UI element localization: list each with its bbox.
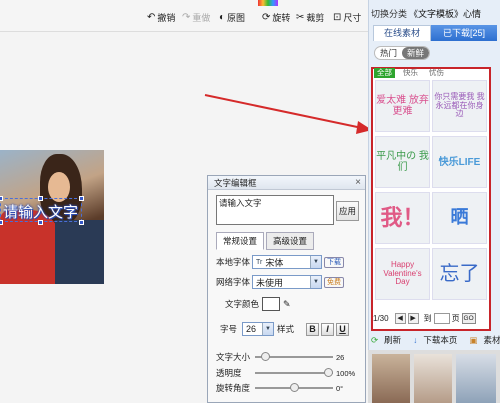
color-picker[interactable] <box>262 297 281 311</box>
free-font-button[interactable]: 免费 <box>324 276 344 288</box>
eyedropper-icon[interactable]: ✎ <box>283 299 291 310</box>
chevron-down-icon: ▼ <box>310 256 321 268</box>
tab-downloaded[interactable]: 已下载[25] <box>431 25 497 41</box>
web-font-select[interactable]: 未使用 ▼ <box>252 275 322 289</box>
underline-button[interactable]: U <box>336 322 350 336</box>
angle-slider-row: 旋转角度 0° <box>216 383 344 393</box>
thumbnail[interactable] <box>372 354 410 403</box>
chevron-down-icon: ▼ <box>310 276 321 288</box>
material-item[interactable]: 我！ <box>375 192 430 244</box>
dialog-titlebar[interactable]: 文字编辑框 × <box>208 176 365 190</box>
bold-button[interactable]: B <box>306 322 320 336</box>
category-tabs: 全部 快乐 忧伤 <box>374 68 452 78</box>
template-select[interactable]: 《文字模板》心情 <box>409 7 481 20</box>
dialog-title: 文字编辑框 <box>214 178 257 188</box>
category-happy[interactable]: 快乐 <box>400 68 421 78</box>
material-item[interactable]: 爱太难 放弃更难 <box>375 80 430 132</box>
text-size-slider-row: 文字大小 26 <box>216 352 345 362</box>
font-icon: Tr <box>256 258 263 266</box>
slider-knob[interactable] <box>260 352 270 361</box>
refresh-button[interactable]: ⟳ 刷新 <box>371 334 407 346</box>
page-input[interactable] <box>433 312 450 324</box>
material-item[interactable]: 晒 <box>432 192 487 244</box>
go-button[interactable]: GO <box>461 312 476 324</box>
close-icon[interactable]: × <box>355 176 361 190</box>
refresh-icon: ⟳ <box>371 335 379 345</box>
text-size-slider[interactable] <box>255 352 333 361</box>
thumbnail[interactable] <box>414 354 452 403</box>
text-edit-dialog: 文字编辑框 × 请输入文字 应用 常规设置 高级设置 本地字体 Tr 宋体 ▼ … <box>207 175 366 403</box>
panel-actions: ⟳刷新 ↓下载本页 ▣素材包 <box>368 333 500 347</box>
package-icon: ▣ <box>469 335 478 345</box>
local-font-row: 本地字体 Tr 宋体 ▼ 下载 <box>216 255 344 269</box>
tab-normal[interactable]: 常规设置 <box>216 232 265 250</box>
category-all[interactable]: 全部 <box>374 68 395 78</box>
local-font-select[interactable]: Tr 宋体 ▼ <box>252 255 322 269</box>
tab-advanced[interactable]: 高级设置 <box>266 232 315 250</box>
download-icon: ↓ <box>413 335 418 345</box>
sort-toggle: 热门 新鲜 <box>374 46 431 60</box>
next-page-button[interactable]: ▶ <box>407 312 419 324</box>
category-sad[interactable]: 忧伤 <box>426 68 447 78</box>
font-size-select[interactable]: 26 ▼ <box>242 322 274 336</box>
web-font-row: 网络字体 未使用 ▼ 免费 <box>216 275 344 289</box>
sort-hot[interactable]: 热门 <box>375 47 402 59</box>
thumbnail[interactable] <box>456 354 496 403</box>
material-pack-button[interactable]: ▣素材包 <box>469 334 500 346</box>
material-item[interactable]: 你只需要我 我永远都在你身边 <box>432 80 487 132</box>
angle-slider[interactable] <box>255 383 333 392</box>
download-page-button[interactable]: ↓ 下载本页 <box>413 334 463 346</box>
thumbnail-strip <box>368 350 500 403</box>
chevron-down-icon: ▼ <box>262 323 273 335</box>
sort-new[interactable]: 新鲜 <box>402 47 430 59</box>
download-font-button[interactable]: 下载 <box>324 256 344 268</box>
panel-tabs: 在线素材 已下载[25] <box>373 25 497 41</box>
material-item[interactable]: Happy Valentine's Day <box>375 248 430 300</box>
color-row: 文字颜色 ✎ <box>225 297 291 311</box>
settings-tabs: 常规设置 高级设置 <box>216 232 316 250</box>
opacity-slider[interactable] <box>255 368 333 377</box>
material-item[interactable]: 忘了 <box>432 248 487 300</box>
apply-button[interactable]: 应用 <box>336 201 359 221</box>
prev-page-button[interactable]: ◀ <box>394 312 406 324</box>
material-item[interactable]: 快乐LIFE <box>432 136 487 188</box>
text-input[interactable]: 请输入文字 <box>216 195 334 225</box>
pagination: 1/30 ◀ ▶ 到 页 GO <box>373 312 476 324</box>
slider-knob[interactable] <box>289 383 299 392</box>
slider-knob[interactable] <box>324 368 333 377</box>
font-size-row: 字号 26 ▼ 样式 B I U <box>216 322 350 336</box>
opacity-slider-row: 透明度 100% <box>216 368 356 378</box>
template-switcher[interactable]: 切换分类 《文字模板》心情 <box>368 6 500 20</box>
tab-online[interactable]: 在线素材 <box>373 25 431 41</box>
material-item[interactable]: 平凡中の 我们 <box>375 136 430 188</box>
italic-button[interactable]: I <box>321 322 335 336</box>
